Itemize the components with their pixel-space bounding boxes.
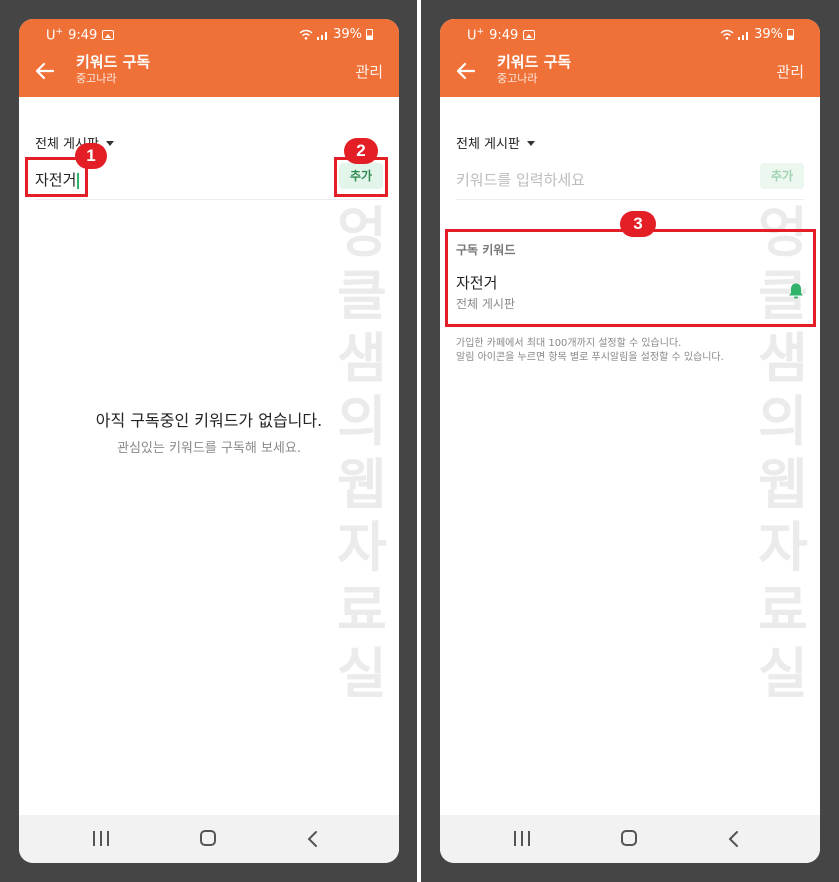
home-icon[interactable] (621, 830, 637, 846)
add-button[interactable]: 추가 (760, 163, 804, 189)
info-note-line: 알림 아이콘을 누르면 항목 별로 푸시알림을 설정할 수 있습니다. (456, 352, 724, 363)
page-subtitle: 중고나라 (76, 72, 117, 85)
gallery-icon (102, 30, 115, 41)
battery-percent: 39% (754, 27, 783, 42)
wifi-icon (299, 29, 313, 40)
status-bar: U+ 9:49 39% (440, 19, 820, 49)
board-select-label: 전체 게시판 (456, 137, 520, 152)
screenshot-divider (417, 0, 421, 882)
phone-screen-2: U+ 9:49 39% 키워드 구독 중고나라 관리 전체 게시판 키워드를 입… (440, 19, 820, 863)
carrier-label: U+ (46, 27, 64, 44)
empty-state-subtitle: 관심있는 키워드를 구독해 보세요. (117, 441, 301, 456)
carrier-label: U+ (467, 27, 485, 44)
page-title: 키워드 구독 (497, 53, 572, 71)
status-bar: U+ 9:49 39% (19, 19, 399, 49)
system-nav-bar (440, 815, 820, 863)
recents-icon[interactable] (93, 831, 111, 846)
callout-badge-1: 1 (75, 143, 107, 169)
app-header: U+ 9:49 39% 키워드 구독 중고나라 관리 (19, 19, 399, 97)
keyword-input-row: 키워드를 입력하세요 추가 (456, 163, 804, 200)
clock: 9:49 (489, 27, 519, 43)
manage-button[interactable]: 관리 (355, 61, 383, 82)
gallery-icon (523, 30, 536, 41)
home-icon[interactable] (200, 830, 216, 846)
nav-back-icon[interactable] (726, 829, 740, 849)
phone-screen-1: U+ 9:49 39% 키워드 구독 중고나라 관리 전체 게시판 자전거 추가… (19, 19, 399, 863)
clock: 9:49 (68, 27, 98, 43)
board-select-dropdown[interactable]: 전체 게시판 (456, 133, 535, 152)
signal-icon (738, 31, 749, 40)
signal-icon (317, 31, 328, 40)
info-note-line: 가입한 카페에서 최대 100개까지 설정할 수 있습니다. (456, 338, 682, 349)
app-header: U+ 9:49 39% 키워드 구독 중고나라 관리 (440, 19, 820, 97)
callout-box-3 (445, 229, 816, 327)
title-group: 키워드 구독 중고나라 (76, 53, 150, 86)
caret-down-icon (526, 140, 535, 146)
page-title: 키워드 구독 (76, 53, 151, 71)
keyword-input[interactable]: 키워드를 입력하세요 (456, 169, 585, 190)
callout-badge-2: 2 (344, 138, 378, 164)
empty-state-title: 아직 구독중인 키워드가 없습니다. (95, 411, 323, 430)
manage-button[interactable]: 관리 (776, 61, 804, 82)
battery-icon (787, 29, 794, 40)
back-arrow-icon[interactable] (33, 59, 57, 83)
back-arrow-icon[interactable] (454, 59, 478, 83)
battery-icon (366, 29, 373, 40)
battery-percent: 39% (333, 27, 362, 42)
system-nav-bar (19, 815, 399, 863)
title-group: 키워드 구독 중고나라 (497, 53, 571, 86)
wifi-icon (720, 29, 734, 40)
page-subtitle: 중고나라 (497, 72, 538, 85)
recents-icon[interactable] (514, 831, 532, 846)
caret-down-icon (105, 140, 114, 146)
info-note: 가입한 카페에서 최대 100개까지 설정할 수 있습니다. 알림 아이콘을 누… (456, 337, 724, 365)
callout-badge-3: 3 (620, 211, 656, 237)
nav-back-icon[interactable] (305, 829, 319, 849)
